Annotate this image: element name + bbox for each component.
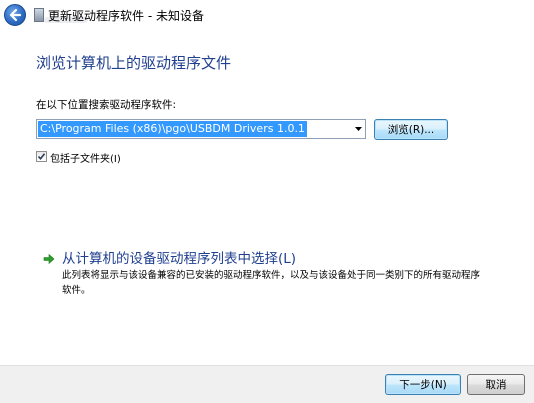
- cancel-button[interactable]: 取消: [467, 374, 525, 395]
- driver-path-combobox[interactable]: C:\Program Files (x86)\pgo\USBDM Drivers…: [36, 119, 366, 139]
- next-button[interactable]: 下一步(N): [385, 374, 461, 395]
- pick-from-list-link[interactable]: 从计算机的设备驱动程序列表中选择(L): [62, 247, 296, 267]
- checkmark-icon: [37, 153, 46, 161]
- pick-from-list-description: 此列表将显示与该设备兼容的已安装的驱动程序软件，以及与该设备处于同一类别下的所有…: [62, 270, 481, 296]
- driver-path-value[interactable]: C:\Program Files (x86)\pgo\USBDM Drivers…: [38, 121, 307, 137]
- update-driver-window: 更新驱动程序软件 - 未知设备 浏览计算机上的驱动程序文件 在以下位置搜索驱动程…: [0, 0, 534, 403]
- chevron-down-icon[interactable]: [351, 120, 365, 138]
- back-button[interactable]: [4, 4, 26, 26]
- include-subfolders-label[interactable]: 包括子文件夹(I): [50, 150, 121, 165]
- search-location-label: 在以下位置搜索驱动程序软件:: [36, 99, 177, 111]
- browse-button[interactable]: 浏览(R)...: [374, 119, 448, 140]
- page-heading: 浏览计算机上的驱动程序文件: [36, 54, 232, 72]
- driver-icon: [34, 8, 44, 22]
- window-title: 更新驱动程序软件 - 未知设备: [48, 9, 204, 23]
- title-bar: 更新驱动程序软件 - 未知设备: [0, 0, 534, 30]
- green-arrow-icon[interactable]: [43, 253, 55, 265]
- back-arrow-icon: [9, 8, 22, 22]
- include-subfolders-checkbox[interactable]: [36, 151, 47, 162]
